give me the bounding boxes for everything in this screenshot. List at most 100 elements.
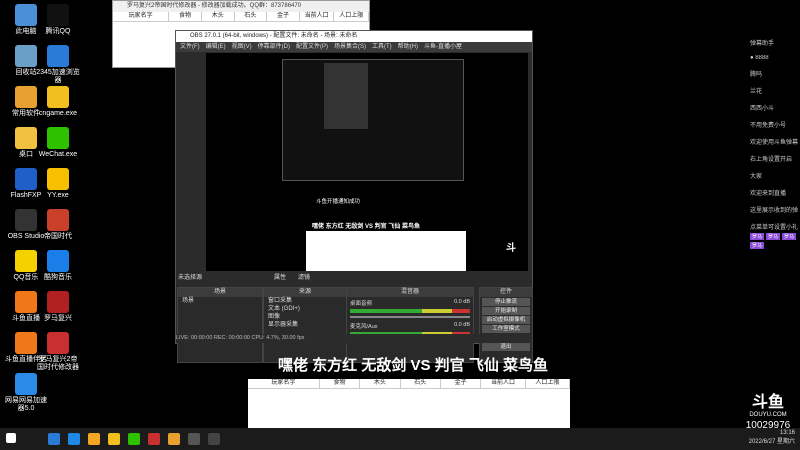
app-icon xyxy=(15,373,37,395)
nested-preview-window xyxy=(324,63,368,129)
obs-window[interactable]: OBS 27.0.1 (64-bit, windows) - 配置文件: 未命名… xyxy=(175,30,533,363)
sources-panel: 来源 窗口采集 文本 (GDI+) 图像 显示器采集 xyxy=(263,287,347,363)
control-button[interactable]: 停止推流 xyxy=(482,298,530,306)
source-item[interactable]: 窗口采集 xyxy=(264,297,346,305)
control-button[interactable]: 退出 xyxy=(482,343,530,351)
column-header: 金子 xyxy=(441,379,482,388)
stats-header-row: 玩家名字 食物 木头 石头 金子 当前人口 人口上限 xyxy=(113,12,370,22)
desktop-icon[interactable]: 帝国时代 xyxy=(36,209,80,241)
chat-line: 西西小斗 xyxy=(750,106,775,112)
desktop-icon[interactable]: 罗马复兴 xyxy=(36,291,80,323)
taskbar-game-icon[interactable] xyxy=(108,433,120,445)
no-source-label: 未选择源 xyxy=(178,275,203,281)
menu-item[interactable]: 停靠部件(D) xyxy=(258,42,290,52)
menu-item[interactable]: 编辑(E) xyxy=(206,42,226,52)
obs-status-bar: LIVE: 00:00:00 REC: 00:00:00 CPU: 4.7%, … xyxy=(176,334,532,343)
desktop-icon-label: YY.exe xyxy=(47,192,69,199)
desktop-icon[interactable]: cngame.exe xyxy=(36,86,80,118)
app-icon xyxy=(47,209,69,231)
desktop-icon-label: 网易网易加速器5.0 xyxy=(5,397,47,412)
desktop-icon[interactable]: 2345加速浏览器 xyxy=(36,45,80,85)
app-icon xyxy=(47,332,69,354)
control-button[interactable]: 启动虚拟摄像机 xyxy=(482,316,530,324)
desktop-icon[interactable]: 网易网易加速器5.0 xyxy=(4,373,48,413)
menu-item[interactable]: 配置文件(P) xyxy=(296,42,328,52)
clock[interactable]: 13:16 2022/6/27 星期六 xyxy=(735,430,795,445)
app-icon xyxy=(15,127,37,149)
obs-preview[interactable]: 斗鱼开播通知成功 嘿佬 东方红 无敌剑 VS 判官 飞仙 菜鸟鱼 斗 xyxy=(206,53,528,271)
app-icon xyxy=(47,86,69,108)
desktop-icon-label: 帝国时代 xyxy=(44,233,72,240)
obs-title: OBS 27.0.1 (64-bit, windows) - 配置文件: 未命名… xyxy=(176,31,532,42)
chat-badge: 罗马 xyxy=(782,233,797,240)
source-item[interactable]: 文本 (GDI+) xyxy=(264,305,346,313)
menu-item[interactable]: 工具(T) xyxy=(372,42,392,52)
desktop-icon[interactable]: WeChat.exe xyxy=(36,127,80,159)
desktop-icon[interactable]: 罗马复兴2帝国时代修改器 xyxy=(36,332,80,372)
taskbar-app3-icon[interactable] xyxy=(208,433,220,445)
nested-preview xyxy=(282,59,464,181)
control-button[interactable]: 工作室模式 xyxy=(482,325,530,333)
column-header: 当前人口 xyxy=(300,12,335,21)
taskbar-browser-icon[interactable] xyxy=(48,433,60,445)
app-icon xyxy=(15,4,37,26)
start-icon[interactable] xyxy=(6,433,16,443)
menu-item[interactable]: 视图(V) xyxy=(232,42,252,52)
column-header: 木头 xyxy=(360,379,401,388)
scene-list: 场景 xyxy=(178,297,262,305)
preview-douyu-logo: 斗 xyxy=(506,243,516,254)
column-header: 人口上限 xyxy=(334,12,370,21)
mixer-track: 桌面音频 0.0 dB xyxy=(347,297,473,320)
source-item[interactable]: 显示器采集 xyxy=(264,321,346,329)
chat-panel: 弹幕助手 ● 8888 腾吗 兰花 西西小斗 不用免费小号 欢迎使用斗鱼弹幕 右上角设置开启大… xyxy=(750,0,800,300)
volume-slider[interactable] xyxy=(350,316,470,318)
chat-line: 点菜单可设置小礼 xyxy=(750,225,799,231)
douyu-watermark: 斗鱼 DOUYU.COM 10029976 xyxy=(742,388,794,431)
taskbar-wechat-icon[interactable] xyxy=(128,433,140,445)
taskbar-app-icon[interactable] xyxy=(148,433,160,445)
column-header: 金子 xyxy=(267,12,300,21)
taskbar-edge-icon[interactable] xyxy=(68,433,80,445)
column-header: 玩家名字 xyxy=(113,12,170,21)
app-icon xyxy=(15,291,37,313)
desktop-icon[interactable]: 腾讯QQ xyxy=(36,4,80,36)
app-icon xyxy=(47,4,69,26)
taskbar: 13:16 2022/6/27 星期六 xyxy=(0,428,800,450)
chat-line: 不用免费小号 xyxy=(750,123,787,129)
desktop-icon-label: 罗马复兴2帝国时代修改器 xyxy=(37,356,79,371)
app-icon xyxy=(15,45,37,67)
menu-item[interactable]: 场景集合(S) xyxy=(334,42,366,52)
sources-header: 来源 xyxy=(264,288,346,297)
volume-meter xyxy=(350,309,470,313)
taskbar-obs-icon[interactable] xyxy=(188,433,200,445)
app-icon xyxy=(47,168,69,190)
app-icon xyxy=(15,86,37,108)
source-item[interactable]: 图像 xyxy=(264,313,346,321)
app-icon xyxy=(47,291,69,313)
column-header: 食物 xyxy=(169,12,202,21)
date: 2022/6/27 星期六 xyxy=(748,439,795,445)
desktop-icon[interactable]: 酷狗音乐 xyxy=(36,250,80,282)
chat-line: ● 8888 xyxy=(750,55,769,61)
douyu-sub: DOUYU.COM xyxy=(749,412,787,418)
menu-item[interactable]: 文件(F) xyxy=(180,42,200,52)
column-header: 石头 xyxy=(235,12,268,21)
chat-line: 这里展示收到的弹 xyxy=(750,208,799,214)
chat-badge: 罗马 xyxy=(766,233,781,240)
filters-button[interactable]: 滤镜 xyxy=(298,273,310,283)
scenes-panel: 场景 场景 xyxy=(177,287,263,363)
desktop-icon[interactable]: YY.exe xyxy=(36,168,80,200)
chat-line: 兰花 xyxy=(750,89,763,95)
column-header: 石头 xyxy=(401,379,441,388)
taskbar-folder-icon[interactable] xyxy=(88,433,100,445)
control-button[interactable]: 开始录制 xyxy=(482,307,530,315)
menu-item[interactable]: 帮助(H) xyxy=(398,42,418,52)
menu-item[interactable]: 斗鱼-直播小屋 xyxy=(424,42,462,52)
mixer-panel: 混音器 桌面音频 0.0 dB 麦克风/Aux 0.0 dB xyxy=(346,287,474,363)
app-icon xyxy=(47,45,69,67)
scene-item[interactable]: 场景 xyxy=(178,297,262,305)
column-header: 当前人口 xyxy=(481,379,526,388)
taskbar-app2-icon[interactable] xyxy=(168,433,180,445)
track-name: 桌面音频 xyxy=(350,301,373,307)
properties-button[interactable]: 属性 xyxy=(274,273,286,283)
